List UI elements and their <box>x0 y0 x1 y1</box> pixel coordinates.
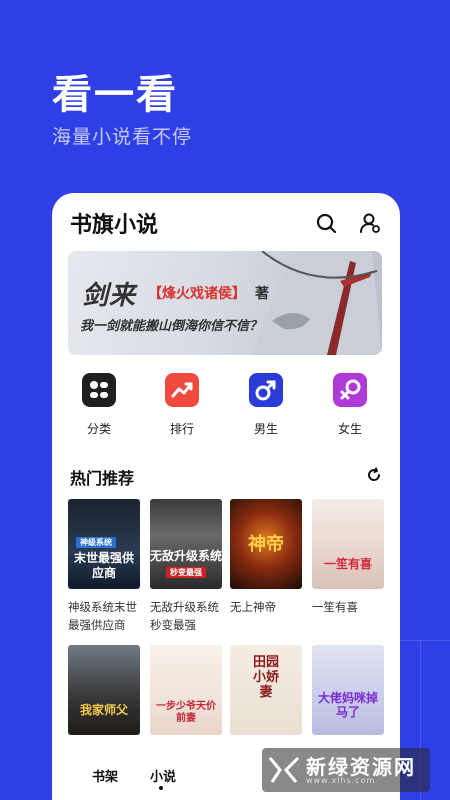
trending-icon <box>165 373 199 407</box>
category-label: 女生 <box>337 422 362 436</box>
cover-title: 我家师父 <box>79 703 128 717</box>
nav-shelf[interactable]: 书架 <box>92 766 118 785</box>
book-card[interactable]: 田园小娇妻 <box>230 645 302 735</box>
app-header: 书旗小说 <box>52 193 400 249</box>
book-cover: 田园小娇妻 <box>230 645 302 735</box>
hero-subtitle: 海量小说看不停 <box>52 126 193 148</box>
cover-title: 田园小娇妻 <box>252 655 279 700</box>
category-row: 分类 排行 男生 女生 <box>52 373 400 443</box>
book-name: 一笙有喜 <box>312 600 358 614</box>
category-classify[interactable]: 分类 <box>69 373 129 437</box>
banner-title: 剑来 <box>82 281 137 311</box>
refresh-icon[interactable] <box>366 467 382 483</box>
book-card[interactable]: 大佬妈咪掉马了 <box>312 645 384 735</box>
book-cover: 我家师父 <box>68 645 140 735</box>
cover-title: 末世最强供应商 <box>73 551 134 580</box>
book-cover: 一笙有喜 <box>312 499 384 589</box>
cover-title: 大佬妈咪掉马了 <box>318 691 379 719</box>
cover-title: 一笙有喜 <box>323 557 372 571</box>
book-card[interactable]: 无敌升级系统 秒变最强 无敌升级系统秒变最强 <box>150 499 222 634</box>
book-name: 无敌升级系统秒变最强 <box>150 600 219 632</box>
category-male[interactable]: 男生 <box>236 373 296 437</box>
watermark-logo-icon <box>268 756 300 783</box>
category-label: 排行 <box>169 422 194 436</box>
book-cover: 无敌升级系统 秒变最强 <box>150 499 222 589</box>
watermark-url: www.xlhs.com <box>306 776 376 785</box>
banner-book-author: 【烽火戏诸侯】 <box>148 286 246 302</box>
hero-title: 看一看 <box>52 72 178 118</box>
cover-title: 无敌升级系统 <box>150 549 222 563</box>
app-title: 书旗小说 <box>70 213 159 238</box>
female-icon <box>333 373 367 407</box>
category-label: 男生 <box>253 422 278 436</box>
category-label: 分类 <box>86 422 111 436</box>
watermark: 新绿资源网 www.xlhs.com <box>262 748 430 792</box>
carousel-indicator <box>212 345 244 355</box>
search-icon[interactable] <box>314 211 338 235</box>
category-icon <box>82 373 116 407</box>
category-female[interactable]: 女生 <box>320 373 380 437</box>
book-cover: 神帝 <box>230 499 302 589</box>
user-settings-icon[interactable] <box>358 211 382 235</box>
banner-author-suffix: 著 <box>255 286 269 302</box>
promo-banner[interactable]: 剑来 【烽火戏诸侯】 著 我一剑就能搬山倒海你信不信？ <box>68 251 382 355</box>
nav-active-indicator <box>159 786 163 790</box>
male-icon <box>249 373 283 407</box>
book-card[interactable]: 一笙有喜 一笙有喜 <box>312 499 384 616</box>
cover-tag: 神级系统 <box>76 537 116 548</box>
app-screen: 书旗小说 剑来 【烽火戏诸侯】 著 我一剑就能搬山倒海你信不信？ 分类 排行 男… <box>52 193 400 800</box>
book-card[interactable]: 一步少爷天价前妻 <box>150 645 222 735</box>
book-cover: 大佬妈咪掉马了 <box>312 645 384 735</box>
hot-section-title: 热门推荐 <box>70 469 135 488</box>
book-name: 无上神帝 <box>230 600 276 614</box>
book-card[interactable]: 我家师父 <box>68 645 140 735</box>
cover-tag: 秒变最强 <box>166 567 206 578</box>
background-decoration <box>400 640 450 641</box>
book-name: 神级系统末世最强供应商 <box>68 600 137 632</box>
category-ranking[interactable]: 排行 <box>152 373 212 437</box>
book-cover: 一步少爷天价前妻 <box>150 645 222 735</box>
cover-title: 神帝 <box>248 534 284 555</box>
banner-tagline: 我一剑就能搬山倒海你信不信？ <box>80 319 263 334</box>
cover-title: 一步少爷天价前妻 <box>156 701 216 724</box>
nav-novel[interactable]: 小说 <box>150 766 176 785</box>
book-card[interactable]: 神级系统 末世最强供应商 神级系统末世最强供应商 <box>68 499 140 634</box>
book-card[interactable]: 神帝 无上神帝 <box>230 499 302 616</box>
sword-illustration <box>252 251 382 355</box>
book-cover: 神级系统 末世最强供应商 <box>68 499 140 589</box>
